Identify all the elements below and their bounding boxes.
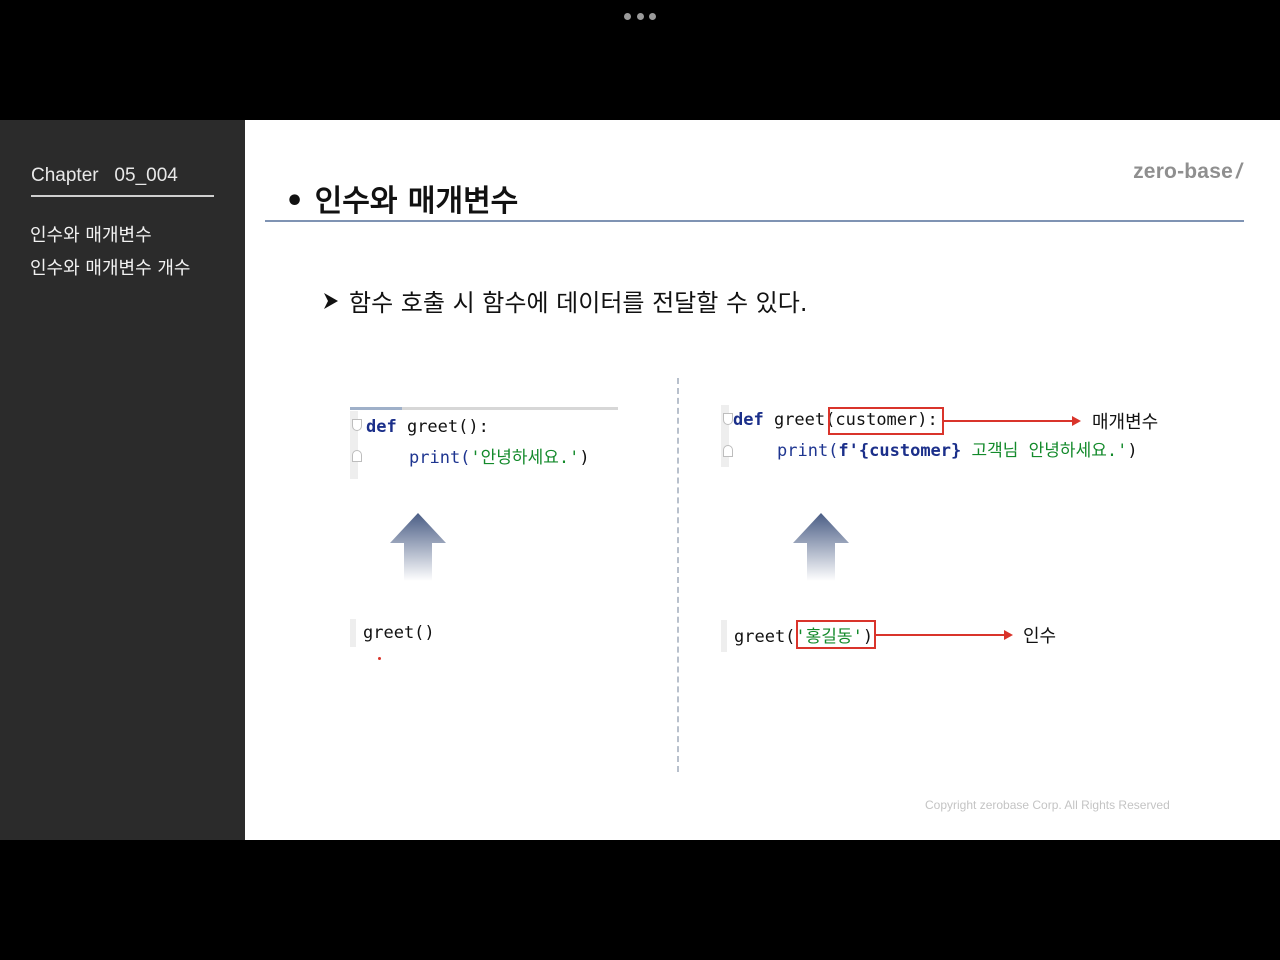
chapter-label: Chapter 05_004 — [31, 165, 214, 197]
editor-gutter — [721, 620, 727, 652]
bullet-line: 함수 호출 시 함수에 데이터를 전달할 수 있다. — [323, 283, 807, 318]
code-line-call: greet() — [363, 623, 435, 643]
arrow-head-icon — [1072, 416, 1081, 426]
dot — [624, 12, 631, 20]
slide-content: zero-base / • 인수와 매개변수 함수 호출 시 함수에 데이터를 전… — [245, 120, 1280, 840]
copyright-footer: Copyright zerobase Corp. All Rights Rese… — [925, 798, 1170, 812]
argument-pointer-line — [876, 634, 1004, 636]
arrowhead-bullet-icon — [324, 292, 338, 309]
parameter-pointer-line — [944, 420, 1072, 422]
page-title: • 인수와 매개변수 — [285, 184, 519, 219]
left-code-call: greet() — [350, 619, 470, 649]
fold-marker-icon — [723, 413, 733, 425]
chapter-sidebar: Chapter 05_004 인수와 매개변수 인수와 매개변수 개수 — [0, 120, 245, 840]
sidebar-list: 인수와 매개변수 인수와 매개변수 개수 — [30, 219, 190, 285]
slide: Chapter 05_004 인수와 매개변수 인수와 매개변수 개수 zero… — [0, 120, 1280, 840]
code-line-print: print('안녕하세요.') — [409, 448, 590, 468]
up-arrow-icon — [390, 513, 446, 581]
dashed-divider — [677, 378, 679, 772]
argument-highlight-box — [796, 620, 876, 649]
cursor-dot — [378, 657, 381, 660]
zero-base-logo: zero-base / — [1133, 160, 1242, 183]
editor-top-bar — [350, 407, 618, 410]
sidebar-item-args-params-count[interactable]: 인수와 매개변수 개수 — [30, 252, 190, 285]
arrow-head-icon — [1004, 630, 1013, 640]
editor-gutter — [350, 619, 356, 647]
title-divider — [265, 220, 1244, 222]
dot — [636, 12, 644, 20]
up-arrow-icon — [793, 513, 849, 581]
more-options-icon[interactable] — [624, 10, 656, 22]
fold-marker-icon — [352, 450, 362, 462]
fold-marker-icon — [723, 445, 733, 457]
bullet-text: 함수 호출 시 함수에 데이터를 전달할 수 있다. — [349, 289, 808, 317]
dot — [649, 12, 656, 20]
code-line-def: def greet(): — [366, 417, 489, 437]
parameter-highlight-box — [828, 407, 944, 435]
sidebar-item-args-params[interactable]: 인수와 매개변수 — [30, 219, 190, 252]
parameter-label: 매개변수 — [1092, 412, 1159, 433]
left-code-definition: def greet(): print('안녕하세요.') — [350, 407, 618, 479]
argument-label: 인수 — [1023, 626, 1057, 647]
code-line-print: print(f'{customer} 고객님 안녕하세요.') — [777, 441, 1138, 461]
fold-marker-icon — [352, 419, 362, 431]
